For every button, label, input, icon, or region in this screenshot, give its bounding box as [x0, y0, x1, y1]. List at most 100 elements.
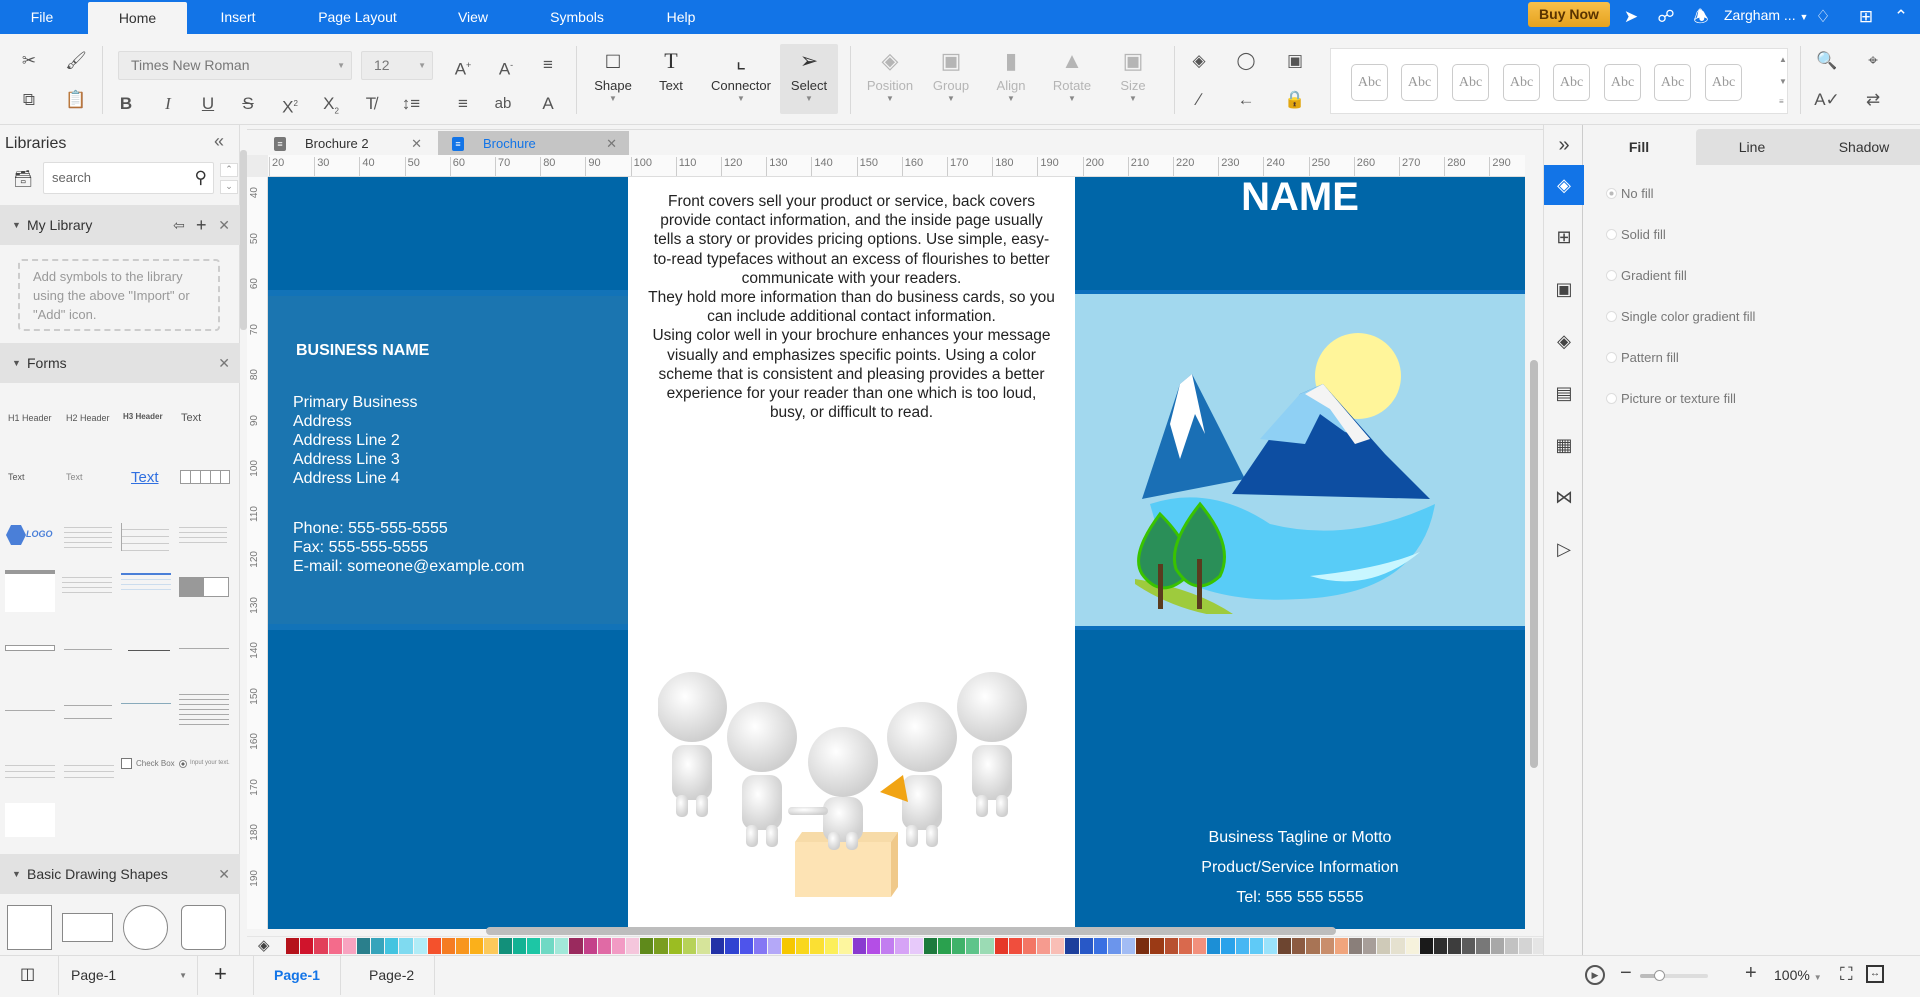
color-swatch[interactable] — [1504, 938, 1518, 954]
close-icon[interactable]: ✕ — [218, 205, 230, 245]
color-swatch[interactable] — [399, 938, 413, 954]
fill-option-single-gradient[interactable]: Single color gradient fill — [1606, 309, 1755, 324]
text-case-icon[interactable]: ab — [490, 91, 516, 117]
library-search-input[interactable]: search ⚲ — [43, 162, 214, 194]
color-swatch[interactable] — [1093, 938, 1107, 954]
color-swatch[interactable] — [1518, 938, 1533, 954]
line-style-icon[interactable]: ← — [1233, 87, 1259, 113]
close-icon[interactable]: ✕ — [218, 854, 230, 894]
fit-icon[interactable]: ▣ — [1282, 48, 1308, 74]
scroll-up-button[interactable]: ⌃ — [220, 163, 238, 177]
color-swatch[interactable] — [1051, 938, 1065, 954]
rounded-rectangle-shape[interactable] — [181, 905, 226, 950]
color-swatch[interactable] — [1193, 938, 1207, 954]
color-swatch[interactable] — [696, 938, 711, 954]
style-preset[interactable]: Abc — [1401, 64, 1438, 101]
color-swatch[interactable] — [782, 938, 796, 954]
fill-option-no-fill[interactable]: No fill — [1606, 186, 1654, 201]
color-swatch[interactable] — [1037, 938, 1051, 954]
spell-check-icon[interactable]: A✓ — [1814, 87, 1840, 113]
color-swatch[interactable] — [314, 938, 328, 954]
close-icon[interactable]: ✕ — [218, 343, 230, 383]
collapse-sidebar-icon[interactable]: « — [214, 131, 224, 152]
strikethrough-icon[interactable]: S — [235, 91, 261, 117]
color-swatch[interactable] — [427, 938, 441, 954]
color-swatch[interactable] — [810, 938, 824, 954]
color-swatch[interactable] — [526, 938, 541, 954]
text-align-icon[interactable]: ≡ — [535, 52, 561, 78]
align-button[interactable]: ▮ Align ▼ — [981, 44, 1041, 114]
fill-option-solid[interactable]: Solid fill — [1606, 227, 1666, 242]
play-icon[interactable]: ▶ — [1585, 965, 1605, 985]
vertical-scrollbar[interactable] — [1530, 360, 1538, 768]
zoom-in-icon[interactable]: + — [1745, 962, 1757, 985]
collapse-ribbon-icon[interactable]: ⌃ — [1890, 6, 1912, 28]
circle-shape[interactable] — [123, 905, 168, 950]
color-swatch[interactable] — [682, 938, 696, 954]
layers-icon[interactable]: ◈ — [1544, 321, 1584, 361]
menu-symbols[interactable]: Symbols — [547, 0, 607, 34]
crop-icon[interactable]: ⌖ — [1860, 48, 1886, 74]
cover-tel[interactable]: Tel: 555 555 5555 — [1075, 889, 1525, 907]
business-name[interactable]: BUSINESS NAME — [296, 341, 429, 360]
contact-info-band[interactable]: BUSINESS NAME Primary Business Address A… — [268, 290, 628, 630]
color-swatch[interactable] — [1207, 938, 1221, 954]
form-link-text[interactable]: Text — [131, 469, 159, 486]
color-swatch[interactable] — [1079, 938, 1093, 954]
fill-option-pattern[interactable]: Pattern fill — [1606, 350, 1679, 365]
crowd-megaphone-illustration[interactable] — [658, 667, 1038, 917]
color-swatch[interactable] — [1249, 938, 1263, 954]
apps-grid-icon[interactable]: ⊞ — [1855, 6, 1877, 28]
color-swatch[interactable] — [356, 938, 371, 954]
color-swatch[interactable] — [937, 938, 952, 954]
color-swatch[interactable] — [1391, 938, 1405, 954]
color-swatch[interactable] — [1235, 938, 1249, 954]
color-swatch[interactable] — [909, 938, 923, 954]
form-line[interactable] — [128, 650, 170, 651]
form-multi-line[interactable] — [179, 690, 229, 728]
drawing-canvas[interactable]: BUSINESS NAME Primary Business Address A… — [268, 177, 1525, 929]
color-swatch[interactable] — [852, 938, 867, 954]
subscript-icon[interactable]: X2 — [318, 91, 344, 117]
color-swatch[interactable] — [441, 938, 456, 954]
font-family-select[interactable]: Times New Roman ▼ — [118, 51, 352, 80]
color-swatch[interactable] — [1065, 938, 1079, 954]
group-button[interactable]: ▣ Group ▼ — [921, 44, 981, 114]
color-swatch[interactable] — [1136, 938, 1150, 954]
org-chart-icon[interactable]: ▦ — [1544, 425, 1584, 465]
library-manager-icon[interactable]: 🗃 — [13, 169, 33, 189]
page-properties-icon[interactable]: ▤ — [1544, 373, 1584, 413]
form-card[interactable] — [5, 570, 55, 612]
menu-view[interactable]: View — [450, 0, 496, 34]
format-painter-icon[interactable]: 🖌 — [63, 48, 89, 74]
underline-icon[interactable]: U — [195, 91, 221, 117]
buy-now-button[interactable]: Buy Now — [1528, 2, 1610, 27]
color-swatch[interactable] — [626, 938, 640, 954]
color-swatch[interactable] — [1419, 938, 1433, 954]
close-tab-icon[interactable]: ✕ — [606, 131, 617, 157]
paste-icon[interactable]: 📋 — [63, 87, 89, 113]
color-swatch[interactable] — [1462, 938, 1476, 954]
color-swatch[interactable] — [569, 938, 583, 954]
form-h3-header[interactable]: H3 Header — [123, 412, 163, 421]
mind-map-icon[interactable]: ⋈ — [1544, 477, 1584, 517]
decrease-font-icon[interactable]: A- — [493, 52, 519, 79]
contact-block[interactable]: Phone: 555-555-5555 Fax: 555-555-5555 E-… — [293, 519, 524, 576]
add-page-icon[interactable]: + — [214, 961, 227, 987]
color-swatch[interactable] — [895, 938, 909, 954]
landscape-image-band[interactable] — [1075, 290, 1525, 630]
color-swatch[interactable] — [725, 938, 739, 954]
bell-icon[interactable]: 🕭 — [1690, 6, 1712, 28]
color-swatch[interactable] — [952, 938, 966, 954]
import-icon[interactable]: ⇦ — [173, 205, 185, 245]
color-swatch[interactable] — [711, 938, 725, 954]
form-text-box[interactable] — [5, 803, 55, 837]
color-swatch[interactable] — [342, 938, 356, 954]
color-swatch[interactable] — [881, 938, 895, 954]
color-swatch[interactable] — [668, 938, 682, 954]
color-swatch[interactable] — [583, 938, 597, 954]
expand-panel-icon[interactable]: » — [1544, 125, 1584, 165]
address-block[interactable]: Primary Business Address Address Line 2 … — [293, 393, 417, 488]
form-h1-header[interactable]: H1 Header — [8, 413, 52, 423]
fill-bucket-icon[interactable]: ◈ — [258, 936, 270, 954]
